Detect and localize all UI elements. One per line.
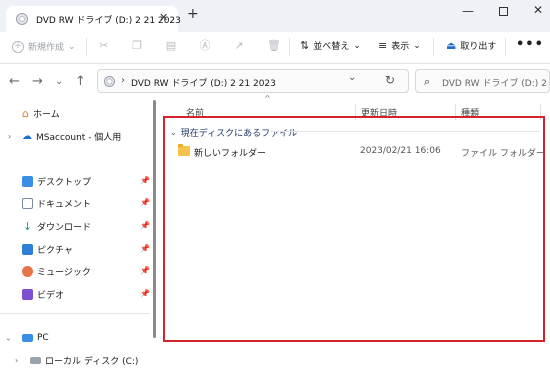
- pin-icon[interactable]: 📌: [140, 289, 150, 298]
- pictures-icon: [22, 244, 33, 255]
- toolbar-divider: [433, 38, 434, 56]
- pin-icon[interactable]: 📌: [140, 221, 150, 230]
- back-button[interactable]: ←: [9, 74, 20, 89]
- chevron-right-icon: ›: [121, 75, 125, 86]
- sidebar-item-local-disk[interactable]: ローカル ディスク (C:): [30, 354, 138, 367]
- search-placeholder: DVD RW ドライブ (D:) 2 21: [442, 79, 550, 89]
- expand-icon[interactable]: ›: [15, 356, 18, 365]
- sidebar-divider: [0, 313, 150, 314]
- sidebar-item-label: ローカル ディスク (C:): [45, 357, 139, 367]
- toolbar-divider: [289, 38, 290, 56]
- sidebar-item-label: ホーム: [32, 110, 60, 120]
- sidebar-item-desktop[interactable]: デスクトップ: [22, 175, 91, 188]
- sidebar-item-videos[interactable]: ビデオ: [22, 288, 64, 301]
- music-icon: [22, 266, 33, 277]
- hard-drive-icon: [30, 357, 41, 364]
- sidebar-item-documents[interactable]: ドキュメント: [22, 197, 91, 210]
- pin-icon[interactable]: 📌: [140, 176, 150, 185]
- title-bar: DVD RW ドライブ (D:) 2 21 2023 ✕ + — ✕: [0, 0, 550, 32]
- computer-icon: [22, 334, 33, 342]
- desktop-icon: [22, 176, 33, 187]
- recent-locations-button[interactable]: ⌄: [55, 76, 63, 87]
- sidebar-item-onedrive[interactable]: ☁ MSaccount - 個人用: [22, 130, 121, 143]
- view-icon: ≡: [378, 39, 388, 52]
- view-label: 表示: [391, 42, 410, 52]
- chevron-down-icon: ⌄: [413, 40, 421, 51]
- sidebar-item-label: デスクトップ: [37, 178, 92, 188]
- sidebar-item-label: ビデオ: [37, 291, 65, 301]
- toolbar-divider-line: [0, 63, 550, 64]
- disc-drive-icon: [16, 13, 28, 25]
- eject-label: 取り出す: [460, 42, 497, 52]
- chevron-down-icon: ⌄: [353, 40, 361, 51]
- home-icon: ⌂: [22, 107, 29, 120]
- sort-button[interactable]: ⇅ 並べ替え ⌄: [300, 39, 361, 52]
- delete-icon[interactable]: 🗑: [267, 40, 281, 52]
- view-button[interactable]: ≡ 表示 ⌄: [378, 39, 421, 52]
- sort-icon: ⇅: [300, 39, 310, 52]
- sidebar-item-label: ドキュメント: [37, 200, 92, 210]
- search-box[interactable]: ⌕ DVD RW ドライブ (D:) 2 21: [415, 69, 550, 93]
- sidebar-item-pc[interactable]: PC: [22, 333, 49, 343]
- sidebar-item-home[interactable]: ⌂ ホーム: [22, 107, 60, 120]
- disc-drive-icon: [104, 76, 115, 87]
- share-icon[interactable]: ↗: [233, 40, 245, 52]
- sidebar-item-label: MSaccount - 個人用: [36, 133, 122, 143]
- sidebar-scrollbar[interactable]: [153, 100, 156, 338]
- forward-button[interactable]: →: [32, 74, 43, 89]
- sidebar-item-label: ピクチャ: [37, 246, 73, 256]
- cut-icon[interactable]: ✂: [98, 40, 110, 52]
- sort-ascending-icon: ^: [264, 94, 271, 103]
- expand-icon[interactable]: ›: [8, 132, 11, 141]
- toolbar-divider: [86, 38, 87, 56]
- sidebar-item-pictures[interactable]: ピクチャ: [22, 243, 73, 256]
- new-item-button[interactable]: + 新規作成 ⌄: [12, 40, 76, 53]
- sidebar-item-music[interactable]: ミュージック: [22, 265, 91, 278]
- sidebar-item-downloads[interactable]: ↓ ダウンロード: [22, 220, 91, 233]
- command-bar: + 新規作成 ⌄ ✂ ❐ ▤ Ⓐ ↗ 🗑 ⇅ 並べ替え ⌄ ≡ 表示 ⌄ ⏏ 取…: [0, 32, 550, 62]
- sidebar-item-label: ダウンロード: [37, 223, 92, 233]
- search-icon: ⌕: [424, 75, 431, 88]
- address-bar[interactable]: › DVD RW ドライブ (D:) 2 21 2023: [97, 69, 409, 93]
- paste-icon[interactable]: ▤: [165, 40, 177, 52]
- pin-icon[interactable]: 📌: [140, 198, 150, 207]
- more-options-button[interactable]: •••: [516, 37, 544, 52]
- eject-icon: ⏏: [446, 39, 457, 52]
- toolbar-divider: [505, 38, 506, 56]
- rename-icon[interactable]: Ⓐ: [199, 40, 211, 52]
- video-icon: [22, 289, 33, 300]
- up-button[interactable]: ↑: [75, 74, 86, 89]
- tab-dvd-drive[interactable]: DVD RW ドライブ (D:) 2 21 2023 ✕: [6, 6, 181, 32]
- download-icon: ↓: [22, 220, 33, 233]
- chevron-down-icon: ⌄: [68, 41, 76, 52]
- pin-icon[interactable]: 📌: [140, 244, 150, 253]
- new-item-label: 新規作成: [28, 43, 65, 53]
- new-tab-button[interactable]: +: [187, 7, 199, 21]
- refresh-button[interactable]: ↻: [385, 73, 395, 87]
- address-dropdown-button[interactable]: ⌄: [348, 72, 356, 83]
- sidebar-item-label: ミュージック: [37, 268, 91, 278]
- eject-button[interactable]: ⏏ 取り出す: [446, 39, 496, 52]
- minimize-button[interactable]: —: [462, 4, 474, 18]
- address-path: DVD RW ドライブ (D:) 2 21 2023: [131, 79, 276, 89]
- copy-icon[interactable]: ❐: [131, 40, 143, 52]
- document-icon: [22, 198, 33, 209]
- highlight-box: [163, 116, 545, 342]
- sort-label: 並べ替え: [313, 42, 350, 52]
- collapse-icon[interactable]: ›: [4, 338, 13, 341]
- plus-icon: +: [12, 40, 24, 53]
- pin-icon[interactable]: 📌: [140, 266, 150, 275]
- sidebar-item-label: PC: [37, 333, 49, 343]
- close-tab-icon[interactable]: ✕: [159, 11, 168, 24]
- cloud-icon: ☁: [22, 131, 32, 142]
- close-window-button[interactable]: ✕: [533, 3, 543, 17]
- maximize-button[interactable]: [499, 7, 508, 16]
